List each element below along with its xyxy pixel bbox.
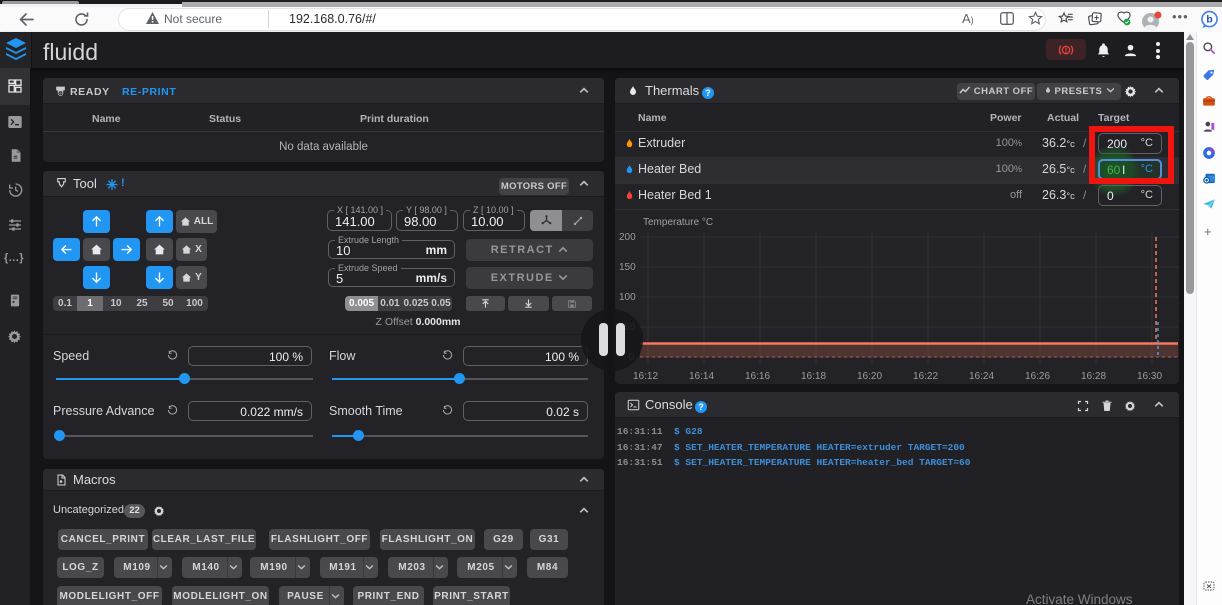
- svg-text:b: b: [1206, 15, 1212, 26]
